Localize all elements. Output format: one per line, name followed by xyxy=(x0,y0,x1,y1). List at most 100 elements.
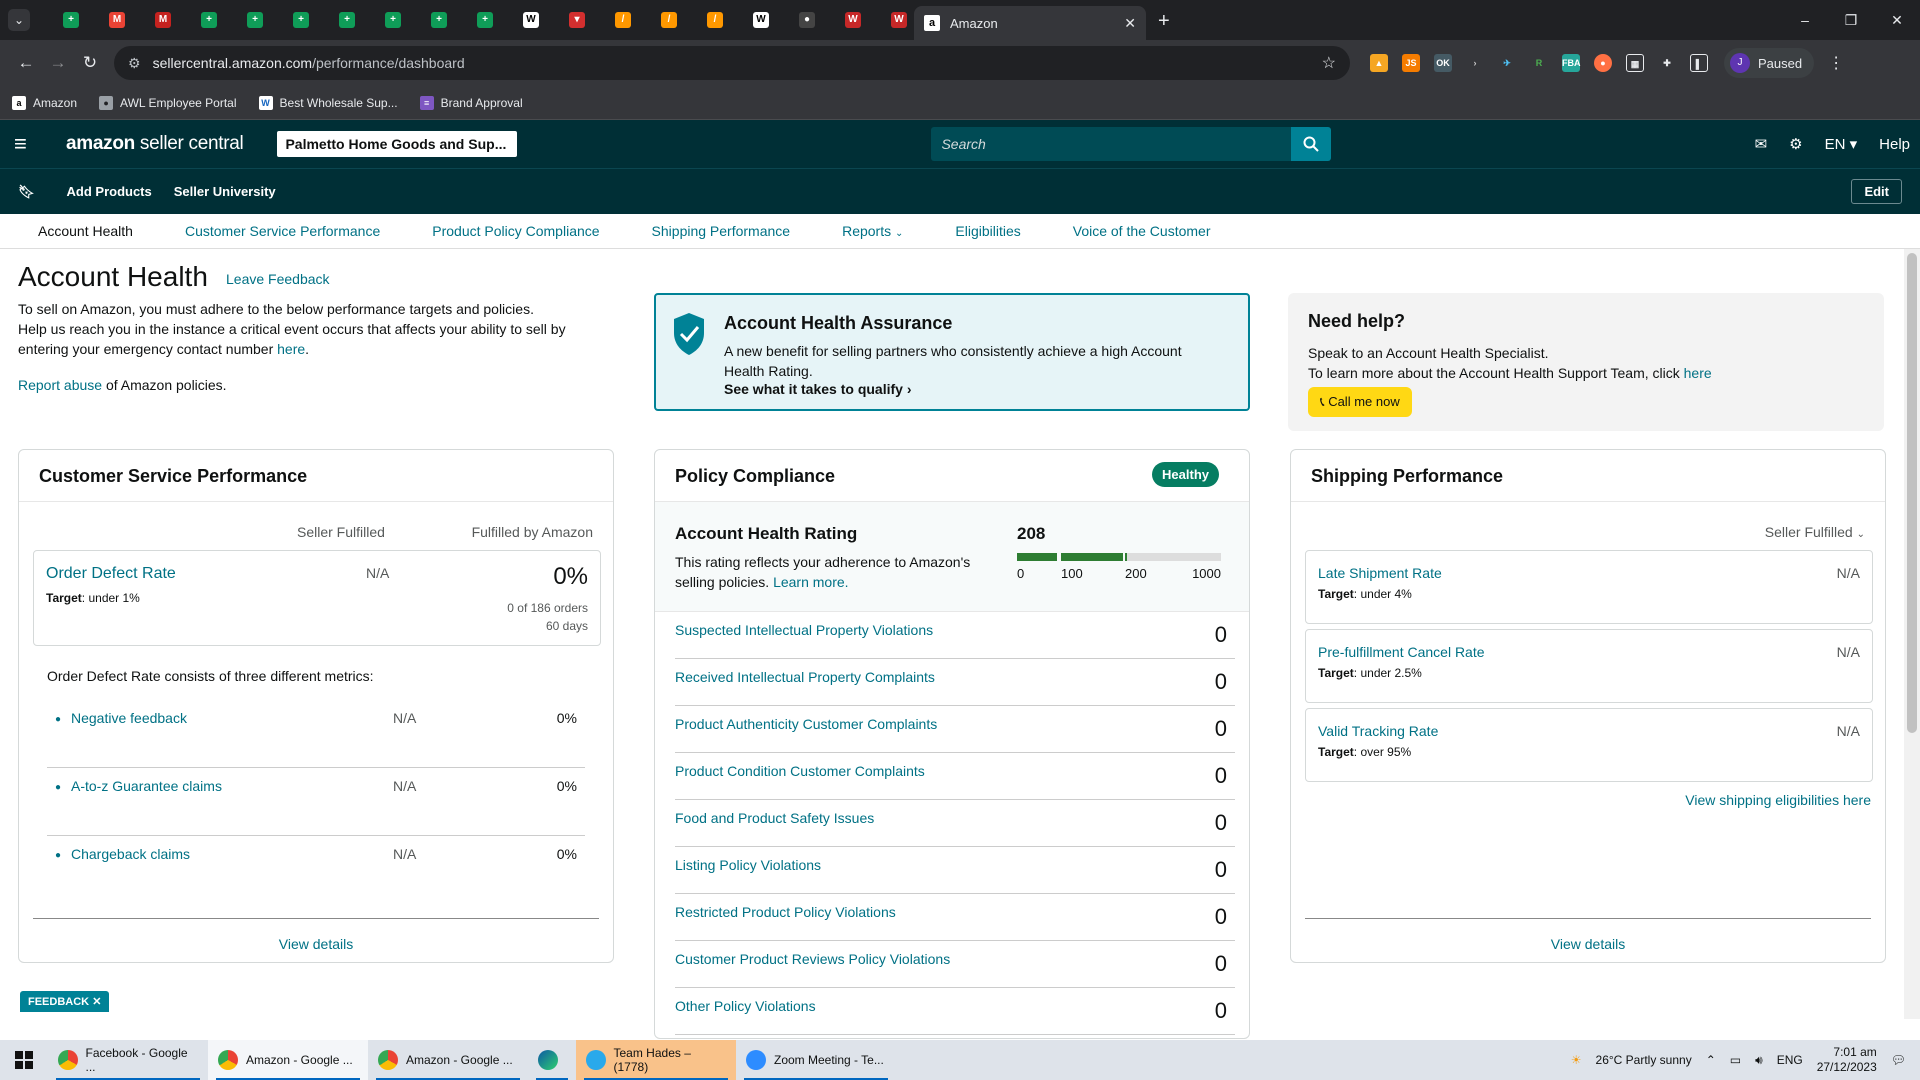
site-info-icon[interactable]: ⚙ xyxy=(128,55,141,72)
restore-icon[interactable]: ❐ xyxy=(1828,12,1874,29)
extension-js-icon[interactable]: JS xyxy=(1402,54,1420,72)
order-defect-rate-link[interactable]: Order Defect Rate xyxy=(46,565,176,583)
extension-fba-icon[interactable]: FBA xyxy=(1562,54,1581,72)
extension-arrow-icon[interactable]: › xyxy=(1466,54,1484,72)
forward-icon[interactable]: → xyxy=(42,53,74,73)
extensions-puzzle-icon[interactable]: ✚ xyxy=(1658,54,1676,72)
edit-button[interactable]: Edit xyxy=(1851,179,1902,204)
extension-r-icon[interactable]: R xyxy=(1530,54,1548,72)
extension-grid-icon[interactable]: ▦ xyxy=(1626,54,1644,72)
extension-icon[interactable]: ▲ xyxy=(1370,54,1388,72)
tab-search-icon[interactable]: ⌄ xyxy=(8,9,30,31)
pinned-tab[interactable]: W xyxy=(738,0,784,40)
pinned-tab[interactable]: M xyxy=(140,0,186,40)
language-indicator[interactable]: ENG xyxy=(1777,1053,1803,1067)
help-link[interactable]: Help xyxy=(1879,136,1910,153)
taskbar-app[interactable] xyxy=(528,1040,576,1080)
chargeback-claims-link[interactable]: Chargeback claims xyxy=(71,846,190,862)
shipping-view-details[interactable]: View details xyxy=(1291,936,1885,952)
late-shipment-rate-link[interactable]: Late Shipment Rate xyxy=(1318,565,1442,581)
bookmark-item[interactable]: ● AWL Employee Portal xyxy=(99,95,237,110)
qualify-link[interactable]: See what it takes to qualify › xyxy=(724,381,912,397)
bookmark-item[interactable]: a Amazon xyxy=(12,95,77,110)
tab-customer-service-performance[interactable]: Customer Service Performance xyxy=(185,223,380,239)
pinned-tab[interactable]: W xyxy=(508,0,554,40)
pinned-tab[interactable]: + xyxy=(278,0,324,40)
policy-violation-link[interactable]: Food and Product Safety Issues xyxy=(675,810,874,826)
bookmark-item[interactable]: W Best Wholesale Sup... xyxy=(258,95,398,110)
tab-eligibilities[interactable]: Eligibilities xyxy=(955,223,1020,239)
taskbar-app[interactable]: Facebook - Google ... xyxy=(48,1040,208,1080)
side-panel-icon[interactable]: ▌ xyxy=(1690,54,1708,72)
windows-start-icon[interactable] xyxy=(0,1051,48,1069)
taskbar-app[interactable]: Amazon - Google ... xyxy=(208,1040,368,1080)
pinned-tab[interactable]: / xyxy=(646,0,692,40)
tab-shipping-performance[interactable]: Shipping Performance xyxy=(652,223,791,239)
fulfillment-filter[interactable]: Seller Fulfilled ⌄ xyxy=(1765,524,1865,540)
add-products-link[interactable]: Add Products xyxy=(67,184,152,199)
pinned-tab[interactable]: + xyxy=(324,0,370,40)
pinned-tab[interactable]: + xyxy=(416,0,462,40)
extension-plane-icon[interactable]: ✈ xyxy=(1498,54,1516,72)
close-icon[interactable]: ✕ xyxy=(92,996,101,1008)
policy-violation-link[interactable]: Received Intellectual Property Complaint… xyxy=(675,669,935,685)
policy-violation-link[interactable]: Product Condition Customer Complaints xyxy=(675,763,925,779)
notification-icon[interactable]: 💬︎ xyxy=(1891,1053,1906,1067)
emergency-contact-link[interactable]: here xyxy=(277,341,305,357)
policy-violation-link[interactable]: Product Authenticity Customer Complaints xyxy=(675,716,937,732)
feedback-tab[interactable]: FEEDBACK ✕ xyxy=(20,991,110,1012)
chevron-up-icon[interactable]: ⌃ xyxy=(1706,1053,1716,1067)
pinned-tab[interactable]: + xyxy=(232,0,278,40)
page-scrollbar[interactable] xyxy=(1904,249,1920,1019)
leave-feedback-link[interactable]: Leave Feedback xyxy=(226,271,330,287)
volume-icon[interactable]: 🔊︎ xyxy=(1755,1053,1763,1068)
policy-violation-link[interactable]: Customer Product Reviews Policy Violatio… xyxy=(675,951,950,967)
address-bar[interactable]: ⚙ sellercentral.amazon.com /performance/… xyxy=(114,46,1350,80)
pinned-tab[interactable]: ● xyxy=(784,0,830,40)
reload-icon[interactable]: ↻ xyxy=(74,53,106,73)
bookmark-item[interactable]: ≡ Brand Approval xyxy=(419,95,523,110)
tab-account-health[interactable]: Account Health xyxy=(38,223,133,239)
minimize-icon[interactable]: – xyxy=(1782,12,1828,28)
pinned-tab[interactable]: + xyxy=(370,0,416,40)
store-selector[interactable]: Palmetto Home Goods and Sup... xyxy=(277,131,518,157)
support-team-link[interactable]: here xyxy=(1684,365,1712,381)
taskbar-app[interactable]: Team Hades – (1778) xyxy=(576,1040,736,1080)
report-abuse-link[interactable]: Report abuse xyxy=(18,377,102,393)
learn-more-link[interactable]: Learn more. xyxy=(773,574,848,590)
pinned-tab[interactable]: / xyxy=(600,0,646,40)
close-window-icon[interactable]: ✕ xyxy=(1874,12,1920,29)
bookmark-icon[interactable]: 🔖︎ xyxy=(18,184,35,200)
call-me-button[interactable]: 📞︎ Call me now xyxy=(1308,387,1412,417)
weather-text[interactable]: 26°C Partly sunny xyxy=(1596,1053,1692,1067)
pinned-tab[interactable]: + xyxy=(462,0,508,40)
tab-product-policy-compliance[interactable]: Product Policy Compliance xyxy=(432,223,599,239)
active-tab[interactable]: a Amazon ✕ xyxy=(914,6,1146,40)
clock[interactable]: 7:01 am 27/12/2023 xyxy=(1817,1045,1877,1075)
extension-ok-icon[interactable]: OK xyxy=(1434,54,1452,72)
shipping-eligibilities-link[interactable]: View shipping eligibilities here xyxy=(1685,792,1871,808)
pinned-tab[interactable]: + xyxy=(186,0,232,40)
taskbar-app[interactable]: Amazon - Google ... xyxy=(368,1040,528,1080)
policy-violation-link[interactable]: Restricted Product Policy Violations xyxy=(675,904,896,920)
pinned-tab[interactable]: W xyxy=(830,0,876,40)
a-to-z-claims-link[interactable]: A-to-z Guarantee claims xyxy=(71,778,222,794)
new-tab-icon[interactable]: + xyxy=(1158,10,1170,33)
pinned-tab[interactable]: + xyxy=(48,0,94,40)
search-button[interactable] xyxy=(1291,127,1332,161)
gear-icon[interactable]: ⚙ xyxy=(1789,135,1802,153)
policy-violation-link[interactable]: Other Policy Violations xyxy=(675,998,816,1014)
browser-menu-icon[interactable]: ⋮ xyxy=(1828,53,1844,73)
taskbar-app[interactable]: Zoom Meeting - Te... xyxy=(736,1040,896,1080)
back-icon[interactable]: ← xyxy=(10,53,42,73)
pinned-tab[interactable]: M xyxy=(94,0,140,40)
customer-service-view-details[interactable]: View details xyxy=(19,936,613,952)
tab-voice-of-customer[interactable]: Voice of the Customer xyxy=(1073,223,1211,239)
negative-feedback-link[interactable]: Negative feedback xyxy=(71,710,187,726)
mail-icon[interactable]: ✉ xyxy=(1755,135,1768,153)
valid-tracking-rate-link[interactable]: Valid Tracking Rate xyxy=(1318,723,1438,739)
policy-violation-link[interactable]: Suspected Intellectual Property Violatio… xyxy=(675,622,933,638)
policy-violation-link[interactable]: Listing Policy Violations xyxy=(675,857,821,873)
tab-reports[interactable]: Reports ⌄ xyxy=(842,223,903,239)
hamburger-menu-icon[interactable]: ≡ xyxy=(14,131,50,157)
